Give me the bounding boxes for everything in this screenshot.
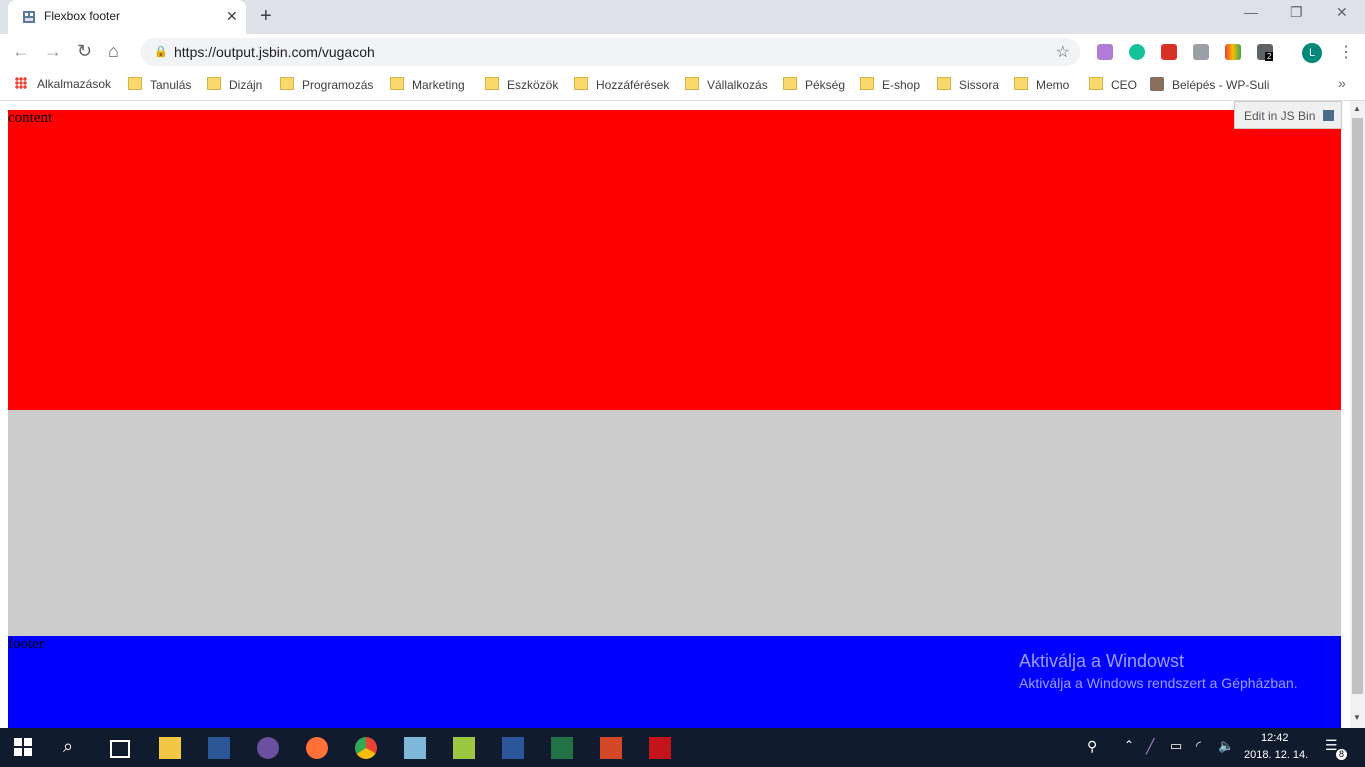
tab-strip: Flexbox footer ✕ + — ❐ ✕ [0, 0, 1365, 34]
jsbin-icon [1323, 110, 1334, 121]
folder-icon [574, 77, 588, 90]
file-explorer-icon[interactable] [159, 737, 181, 759]
profile-avatar[interactable]: L [1302, 43, 1322, 63]
bookmark-folder[interactable]: Dizájn [207, 77, 262, 92]
quill-extension-icon[interactable] [1097, 44, 1113, 60]
bookmarks-bar: Alkalmazások Tanulás Dizájn Programozás … [0, 70, 1365, 101]
folder-icon [128, 77, 142, 90]
address-bar[interactable]: 🔒 https://output.jsbin.com/vugacoh ☆ [140, 38, 1080, 66]
people-icon[interactable]: ⚲ [1087, 738, 1097, 755]
bookmark-folder[interactable]: Eszközök [485, 77, 558, 92]
notepadpp-icon[interactable] [453, 737, 475, 759]
bookmark-folder[interactable]: Memo [1014, 77, 1069, 92]
bookmark-star-icon[interactable]: ☆ [1056, 42, 1070, 62]
content-section: content [8, 110, 1341, 410]
chrome-icon[interactable] [355, 737, 377, 759]
more-bookmarks-icon[interactable]: » [1338, 75, 1346, 91]
windows-start-icon[interactable] [14, 738, 32, 756]
home-icon[interactable]: ⌂ [108, 41, 119, 62]
folder-icon [390, 77, 404, 90]
menu-icon[interactable]: ⋮ [1338, 42, 1354, 62]
folder-icon [1089, 77, 1103, 90]
folder-icon [783, 77, 797, 90]
apps-grid-icon [15, 77, 27, 89]
bookmark-folder[interactable]: Pékség [783, 77, 845, 92]
task-view-icon[interactable] [110, 740, 130, 758]
search-icon[interactable]: ⌕ [63, 736, 73, 757]
watermark-subtitle: Aktiválja a Windows rendszert a Gépházba… [1019, 675, 1298, 691]
reload-icon[interactable]: ↻ [77, 41, 92, 62]
tab-title: Flexbox footer [44, 9, 121, 23]
shield-extension-icon[interactable]: 2 [1257, 44, 1274, 61]
back-icon[interactable]: ← [12, 41, 30, 62]
folder-icon [937, 77, 951, 90]
bookmark-folder[interactable]: Sissora [937, 77, 999, 92]
bookmark-wp-suli[interactable]: Belépés - WP-Suli [1150, 77, 1269, 92]
bookmark-folder[interactable]: CEO [1089, 77, 1137, 92]
bookmark-folder[interactable]: Vállalkozás [685, 77, 768, 92]
bookmark-folder[interactable]: Programozás [280, 77, 373, 92]
show-hidden-icons-icon[interactable]: ⌃ [1124, 738, 1134, 752]
windows-activation-watermark: Aktiválja a Windowst Aktiválja a Windows… [1019, 651, 1298, 691]
folder-icon [280, 77, 294, 90]
scroll-thumb[interactable] [1352, 118, 1363, 694]
wifi-icon[interactable]: ◜ [1196, 738, 1201, 754]
lock-icon: 🔒 [154, 46, 168, 58]
bookmark-folder[interactable]: E-shop [860, 77, 920, 92]
watermark-title: Aktiválja a Windowst [1019, 651, 1185, 671]
clock-date[interactable]: 2018. 12. 14. [1244, 749, 1308, 761]
excel-icon[interactable] [551, 737, 573, 759]
battery-icon[interactable]: ▭ [1170, 738, 1182, 754]
minimize-icon[interactable]: — [1244, 4, 1258, 20]
window-close-icon[interactable]: ✕ [1336, 4, 1348, 21]
save-app-icon[interactable] [208, 737, 230, 759]
avatar-icon [1150, 77, 1164, 91]
folder-icon [685, 77, 699, 90]
word-icon[interactable] [502, 737, 524, 759]
folder-icon [1014, 77, 1028, 90]
edit-jsbin-label: Edit in JS Bin [1244, 109, 1316, 123]
grammarly-extension-icon[interactable] [1129, 44, 1145, 60]
url-text[interactable]: https://output.jsbin.com/vugacoh [174, 44, 375, 60]
notification-count: 8 [1336, 749, 1347, 760]
browser-toolbar: ← → ↻ ⌂ 🔒 https://output.jsbin.com/vugac… [0, 34, 1365, 70]
app-icon[interactable] [257, 737, 279, 759]
bookmark-folder[interactable]: Tanulás [128, 77, 191, 92]
bookmark-folder[interactable]: Hozzáférések [574, 77, 669, 92]
download-extension-icon[interactable] [1193, 44, 1209, 60]
middle-section [8, 410, 1341, 636]
footer-label: footer [8, 636, 44, 652]
content-label: content [8, 110, 53, 126]
notepad-icon[interactable] [404, 737, 426, 759]
folder-icon [207, 77, 221, 90]
lastpass-extension-icon[interactable] [1161, 44, 1177, 60]
rainbow-extension-icon[interactable] [1225, 44, 1241, 60]
new-tab-button[interactable]: + [260, 5, 272, 28]
edit-in-jsbin-button[interactable]: Edit in JS Bin [1234, 101, 1342, 129]
volume-icon[interactable]: 🔈 [1218, 738, 1234, 754]
bookmark-apps[interactable]: Alkalmazások [15, 77, 111, 91]
folder-icon [485, 77, 499, 90]
mail-app-icon[interactable] [649, 737, 671, 759]
firefox-icon[interactable] [306, 737, 328, 759]
vertical-scrollbar[interactable]: ▲ ▼ [1350, 101, 1365, 728]
extension-badge: 2 [1265, 52, 1274, 61]
clock-time[interactable]: 12:42 [1261, 732, 1289, 744]
scroll-up-icon[interactable]: ▲ [1353, 104, 1361, 113]
jsbin-favicon-icon [23, 11, 35, 23]
browser-tab[interactable]: Flexbox footer ✕ [8, 0, 246, 34]
bookmark-folder[interactable]: Marketing [390, 77, 465, 92]
scroll-down-icon[interactable]: ▼ [1353, 713, 1361, 722]
quill-tray-icon[interactable]: ╱ [1146, 738, 1154, 755]
windows-taskbar: ⌕ ⚲ ⌃ ╱ ▭ ◜ 🔈 12:42 2018. 12. 14. ☰ 8 [0, 728, 1365, 767]
tab-close-icon[interactable]: ✕ [226, 8, 238, 25]
page-viewport: content footer [0, 101, 1350, 728]
restore-icon[interactable]: ❐ [1290, 4, 1303, 21]
powerpoint-icon[interactable] [600, 737, 622, 759]
forward-icon[interactable]: → [44, 41, 62, 62]
folder-icon [860, 77, 874, 90]
